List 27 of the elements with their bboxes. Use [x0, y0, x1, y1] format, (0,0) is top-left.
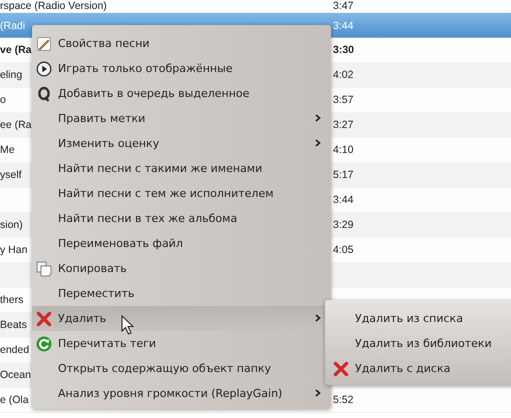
- track-title: Ocean: [0, 369, 31, 381]
- track-title: o: [0, 94, 6, 106]
- track-title: thers: [0, 294, 24, 306]
- track-title: ended: [0, 344, 30, 356]
- track-title: ee (Ra: [0, 119, 32, 131]
- track-title: ve (Ra: [0, 44, 32, 56]
- track-title: Beats: [0, 319, 27, 331]
- track-length: 3:57: [333, 94, 354, 106]
- track-length: 3:27: [333, 119, 354, 131]
- track-length: 3:44: [333, 194, 354, 206]
- track-title: eling: [0, 69, 22, 81]
- track-title: y Han: [0, 244, 28, 256]
- track-length: 5:17: [333, 169, 354, 181]
- track-length: 4:02: [333, 69, 354, 81]
- track-length: 3:44: [333, 20, 354, 32]
- track-title: (Radi: [0, 20, 26, 32]
- track-length: 3:47: [333, 0, 354, 12]
- track-length: 3:29: [333, 219, 354, 231]
- track-length: 5:52: [333, 394, 354, 406]
- track-length: 3:30: [333, 44, 354, 56]
- track-title: e (Ola: [0, 394, 29, 406]
- track-title: sion): [0, 219, 23, 231]
- track-title: yself: [0, 169, 22, 181]
- track-length: 4:05: [333, 244, 354, 256]
- track-length: 4:10: [333, 144, 354, 156]
- track-title: Me: [0, 144, 15, 156]
- track-title: rspace (Radio Version): [0, 0, 107, 12]
